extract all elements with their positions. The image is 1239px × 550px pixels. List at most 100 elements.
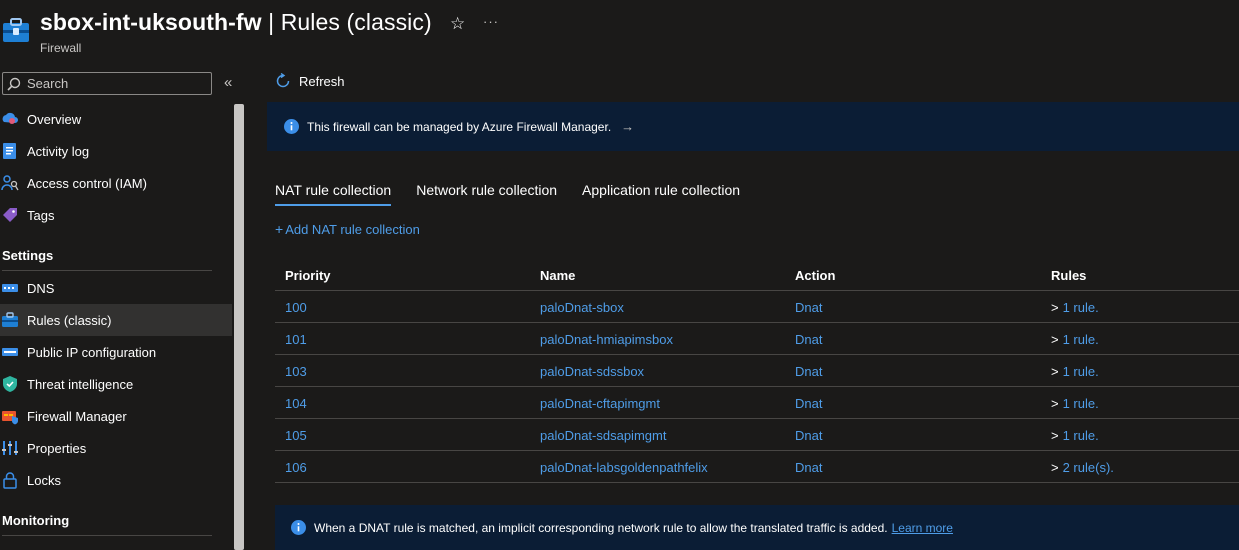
dns-icon bbox=[1, 279, 19, 297]
sidebar-item-label: Threat intelligence bbox=[27, 376, 134, 392]
cell-action[interactable]: Dnat bbox=[795, 355, 822, 387]
cell-rules[interactable]: >1 rule. bbox=[1051, 355, 1099, 387]
table-row[interactable]: 105 paloDnat-sdsapimgmt Dnat >1 rule. bbox=[275, 419, 1239, 451]
tab-nat-rule-collection[interactable]: NAT rule collection bbox=[275, 182, 392, 206]
sidebar-item-properties[interactable]: Properties bbox=[0, 432, 232, 464]
section-divider bbox=[2, 270, 212, 271]
refresh-label: Refresh bbox=[299, 73, 345, 89]
cell-rules[interactable]: >1 rule. bbox=[1051, 419, 1099, 451]
firewall-manager-banner[interactable]: This firewall can be managed by Azure Fi… bbox=[267, 102, 1239, 151]
sidebar: « Overview Activity log Access control (… bbox=[0, 62, 246, 550]
collapse-sidebar-icon[interactable]: « bbox=[224, 74, 232, 91]
column-header-action[interactable]: Action bbox=[795, 259, 835, 291]
nat-rule-table: Priority Name Action Rules 100 paloDnat-… bbox=[275, 259, 1239, 483]
sidebar-item-dns[interactable]: DNS bbox=[0, 272, 232, 304]
page-name: | Rules (classic) bbox=[261, 9, 432, 35]
arrow-right-icon: → bbox=[621, 119, 635, 134]
add-nat-rule-collection-label: Add NAT rule collection bbox=[285, 222, 420, 237]
cell-name[interactable]: paloDnat-labsgoldenpathfelix bbox=[540, 451, 708, 483]
resource-name: sbox-int-uksouth-fw bbox=[40, 9, 262, 35]
cell-rules[interactable]: >1 rule. bbox=[1051, 387, 1099, 419]
cell-action[interactable]: Dnat bbox=[795, 323, 822, 355]
cell-name[interactable]: paloDnat-sdssbox bbox=[540, 355, 644, 387]
cell-name[interactable]: paloDnat-sbox bbox=[540, 291, 624, 323]
column-header-name[interactable]: Name bbox=[540, 259, 575, 291]
chevron-right-icon: > bbox=[1051, 395, 1059, 411]
properties-icon bbox=[1, 439, 19, 457]
page-title: sbox-int-uksouth-fw | Rules (classic) bbox=[40, 9, 432, 36]
sidebar-item-overview[interactable]: Overview bbox=[0, 103, 232, 135]
add-nat-rule-collection-button[interactable]: + Add NAT rule collection bbox=[275, 221, 420, 237]
column-header-rules[interactable]: Rules bbox=[1051, 259, 1086, 291]
firewall-resource-icon bbox=[3, 18, 29, 42]
table-header: Priority Name Action Rules bbox=[275, 259, 1239, 291]
tab-network-rule-collection[interactable]: Network rule collection bbox=[416, 182, 557, 206]
sidebar-item-label: Properties bbox=[27, 440, 87, 456]
learn-more-link[interactable]: Learn more bbox=[892, 521, 953, 535]
cell-rules-text: 1 rule. bbox=[1062, 299, 1099, 315]
rule-collection-tabs: NAT rule collection Network rule collect… bbox=[275, 182, 765, 206]
sidebar-item-label: Overview bbox=[27, 111, 82, 127]
sidebar-item-tags[interactable]: Tags bbox=[0, 199, 232, 231]
sidebar-item-label: Access control (IAM) bbox=[27, 175, 147, 191]
cell-rules[interactable]: >1 rule. bbox=[1051, 291, 1099, 323]
sidebar-item-public-ip[interactable]: Public IP configuration bbox=[0, 336, 232, 368]
cell-rules-text: 1 rule. bbox=[1062, 331, 1099, 347]
sidebar-item-locks[interactable]: Locks bbox=[0, 464, 232, 496]
cell-name[interactable]: paloDnat-hmiapimsbox bbox=[540, 323, 673, 355]
cell-name[interactable]: paloDnat-sdsapimgmt bbox=[540, 419, 666, 451]
chevron-right-icon: > bbox=[1051, 299, 1059, 315]
sidebar-item-threat-intelligence[interactable]: Threat intelligence bbox=[0, 368, 232, 400]
cell-name[interactable]: paloDnat-cftapimgmt bbox=[540, 387, 660, 419]
cell-rules[interactable]: >2 rule(s). bbox=[1051, 451, 1114, 483]
chevron-right-icon: > bbox=[1051, 331, 1059, 347]
sidebar-item-label: Rules (classic) bbox=[27, 312, 112, 328]
section-divider bbox=[2, 535, 212, 536]
search-input[interactable] bbox=[27, 76, 207, 91]
sidebar-scrollbar-thumb[interactable] bbox=[234, 104, 244, 550]
firewall-icon bbox=[1, 311, 19, 329]
sidebar-item-firewall-manager[interactable]: Firewall Manager bbox=[0, 400, 232, 432]
cell-priority[interactable]: 100 bbox=[285, 291, 307, 323]
firewall-manager-icon bbox=[1, 407, 19, 425]
cell-priority[interactable]: 103 bbox=[285, 355, 307, 387]
cell-priority[interactable]: 105 bbox=[285, 419, 307, 451]
sidebar-item-iam[interactable]: Access control (IAM) bbox=[0, 167, 232, 199]
main-content: Refresh This firewall can be managed by … bbox=[267, 62, 1239, 550]
cell-rules[interactable]: >1 rule. bbox=[1051, 323, 1099, 355]
cell-action[interactable]: Dnat bbox=[795, 387, 822, 419]
overview-icon bbox=[1, 110, 19, 128]
chevron-right-icon: > bbox=[1051, 427, 1059, 443]
azure-portal: sbox-int-uksouth-fw | Rules (classic) Fi… bbox=[0, 0, 1239, 550]
page-header: sbox-int-uksouth-fw | Rules (classic) Fi… bbox=[0, 0, 1239, 62]
dnat-info-banner: When a DNAT rule is matched, an implicit… bbox=[275, 505, 1239, 550]
search-box[interactable] bbox=[2, 72, 212, 95]
sidebar-item-rules-classic[interactable]: Rules (classic) bbox=[0, 304, 232, 336]
refresh-icon bbox=[276, 73, 290, 88]
banner-text: This firewall can be managed by Azure Fi… bbox=[307, 119, 612, 134]
dnat-info-text: When a DNAT rule is matched, an implicit… bbox=[314, 520, 888, 535]
plus-icon: + bbox=[275, 221, 284, 237]
column-header-priority[interactable]: Priority bbox=[285, 259, 331, 291]
favorite-star-icon[interactable]: ☆ bbox=[450, 14, 465, 34]
cell-rules-text: 1 rule. bbox=[1062, 363, 1099, 379]
cell-action[interactable]: Dnat bbox=[795, 419, 822, 451]
more-options-icon[interactable]: ··· bbox=[483, 14, 499, 29]
cell-priority[interactable]: 104 bbox=[285, 387, 307, 419]
cell-action[interactable]: Dnat bbox=[795, 451, 822, 483]
table-row[interactable]: 104 paloDnat-cftapimgmt Dnat >1 rule. bbox=[275, 387, 1239, 419]
sidebar-item-activity-log[interactable]: Activity log bbox=[0, 135, 232, 167]
lock-icon bbox=[1, 471, 19, 489]
refresh-button[interactable]: Refresh bbox=[275, 73, 345, 89]
table-row[interactable]: 103 paloDnat-sdssbox Dnat >1 rule. bbox=[275, 355, 1239, 387]
sidebar-item-label: Locks bbox=[27, 472, 61, 488]
sidebar-item-label: Activity log bbox=[27, 143, 90, 159]
cell-priority[interactable]: 106 bbox=[285, 451, 307, 483]
cell-priority[interactable]: 101 bbox=[285, 323, 307, 355]
tab-application-rule-collection[interactable]: Application rule collection bbox=[582, 182, 740, 206]
table-row[interactable]: 106 paloDnat-labsgoldenpathfelix Dnat >2… bbox=[275, 451, 1239, 483]
table-row[interactable]: 101 paloDnat-hmiapimsbox Dnat >1 rule. bbox=[275, 323, 1239, 355]
cell-action[interactable]: Dnat bbox=[795, 291, 822, 323]
table-row[interactable]: 100 paloDnat-sbox Dnat >1 rule. bbox=[275, 291, 1239, 323]
info-icon bbox=[284, 119, 299, 134]
